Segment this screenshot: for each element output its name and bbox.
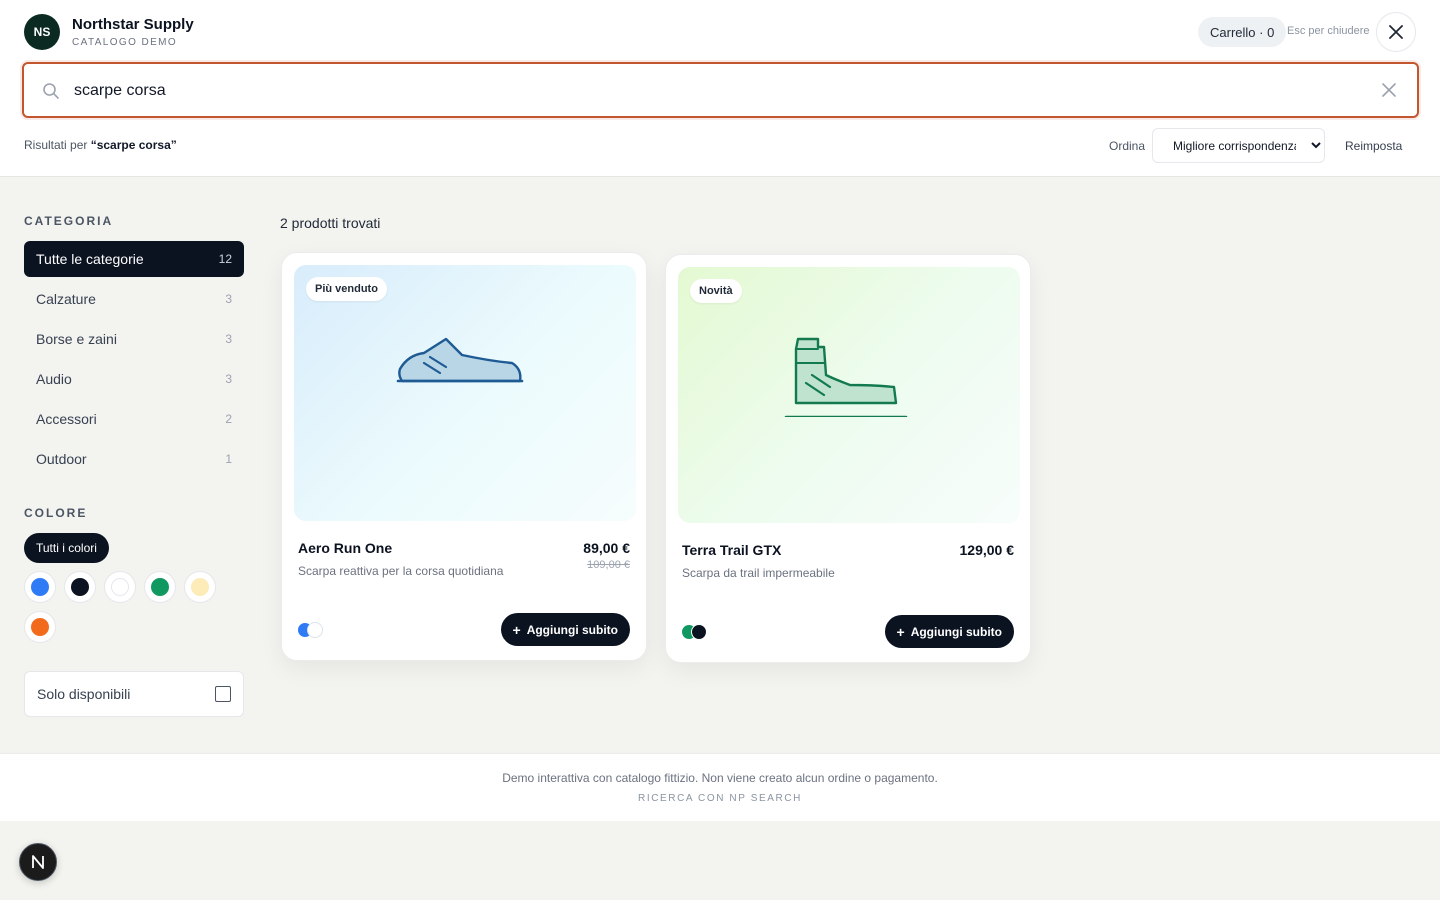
- product-description: Scarpa reattiva per la corsa quotidiana: [298, 564, 504, 578]
- add-to-cart-label: Aggiungi subito: [526, 622, 618, 637]
- close-icon: [1389, 25, 1403, 39]
- category-item-all[interactable]: Tutte le categorie 12: [24, 241, 244, 277]
- swatch-fill: [151, 578, 169, 596]
- product-image[interactable]: Novità: [678, 267, 1020, 523]
- product-badge: Novità: [690, 279, 742, 303]
- color-dot-white: [307, 622, 323, 638]
- results-for-query: “scarpe corsa”: [90, 138, 177, 152]
- running-shoe-icon: [396, 337, 524, 383]
- brand-logo: NS: [24, 14, 60, 50]
- sort-label: Ordina: [1109, 139, 1146, 153]
- category-item-borse[interactable]: Borse e zaini 3: [24, 321, 244, 357]
- category-label: Audio: [36, 371, 72, 387]
- reset-button[interactable]: Reimposta: [1345, 139, 1402, 153]
- category-item-accessori[interactable]: Accessori 2: [24, 401, 244, 437]
- footer: Demo interattiva con catalogo fittizio. …: [0, 753, 1440, 821]
- swatch-fill: [71, 578, 89, 596]
- footer-credit[interactable]: RICERCA CON NP SEARCH: [0, 793, 1440, 804]
- swatch-green[interactable]: [144, 571, 176, 603]
- swatch-cream[interactable]: [184, 571, 216, 603]
- category-count: 3: [225, 332, 232, 346]
- swatch-white[interactable]: [104, 571, 136, 603]
- product-old-price: 109,00 €: [587, 559, 630, 571]
- product-price: 89,00 €: [583, 540, 630, 556]
- all-colors-button[interactable]: Tutti i colori: [24, 533, 109, 563]
- category-item-outdoor[interactable]: Outdoor 1: [24, 441, 244, 477]
- search-input[interactable]: [74, 74, 1354, 108]
- category-item-calzature[interactable]: Calzature 3: [24, 281, 244, 317]
- product-name[interactable]: Terra Trail GTX: [682, 542, 781, 558]
- add-to-cart-button[interactable]: + Aggiungi subito: [500, 613, 630, 646]
- product-price: 129,00 €: [959, 542, 1015, 558]
- available-only-toggle[interactable]: Solo disponibili: [24, 671, 244, 717]
- results-for-prefix: Risultati per: [24, 138, 88, 152]
- category-label: Calzature: [36, 291, 96, 307]
- plus-icon: +: [896, 623, 905, 640]
- swatch-fill: [31, 618, 49, 636]
- category-count: 2: [225, 412, 232, 426]
- swatch-blue[interactable]: [24, 571, 56, 603]
- category-label: Borse e zaini: [36, 331, 117, 347]
- category-item-audio[interactable]: Audio 3: [24, 361, 244, 397]
- category-list: Tutte le categorie 12 Calzature 3 Borse …: [24, 241, 244, 481]
- product-badge: Più venduto: [306, 277, 387, 301]
- add-to-cart-label: Aggiungi subito: [910, 624, 1002, 639]
- trail-boot-icon: [784, 337, 908, 417]
- swatch-orange[interactable]: [24, 611, 56, 643]
- product-name[interactable]: Aero Run One: [298, 540, 392, 556]
- category-label: Accessori: [36, 411, 97, 427]
- brand[interactable]: NS Northstar Supply CATALOGO DEMO: [24, 14, 194, 50]
- product-image[interactable]: Più venduto: [294, 265, 636, 521]
- category-label: Tutte le categorie: [36, 251, 144, 267]
- product-card[interactable]: Novità Terra Trail GTX Scarpa da trail i…: [665, 254, 1031, 663]
- search-overlay-header: NS Northstar Supply CATALOGO DEMO Carrel…: [0, 0, 1440, 177]
- category-count: 3: [225, 372, 232, 386]
- swatch-fill: [31, 578, 49, 596]
- color-heading: COLORE: [24, 506, 88, 520]
- sort-select[interactable]: Migliore corrispondenza: [1152, 128, 1325, 163]
- category-count: 12: [218, 252, 232, 266]
- category-count: 1: [225, 452, 232, 466]
- available-only-label: Solo disponibili: [37, 686, 131, 702]
- category-label: Outdoor: [36, 451, 87, 467]
- results-count: 2 prodotti trovati: [280, 215, 381, 231]
- brand-subtitle: CATALOGO DEMO: [72, 36, 178, 48]
- available-only-checkbox[interactable]: [215, 686, 231, 702]
- swatch-black[interactable]: [64, 571, 96, 603]
- dev-tools-button[interactable]: [19, 843, 57, 881]
- product-description: Scarpa da trail impermeabile: [682, 566, 835, 580]
- brand-text: Northstar Supply CATALOGO DEMO: [72, 15, 194, 50]
- results-for: Risultati per “scarpe corsa”: [24, 138, 177, 152]
- all-colors-label: Tutti i colori: [36, 541, 97, 555]
- close-button[interactable]: [1376, 12, 1416, 52]
- add-to-cart-button[interactable]: + Aggiungi subito: [884, 615, 1014, 648]
- esc-hint: Esc per chiudere: [1287, 25, 1370, 37]
- swatch-fill: [191, 578, 209, 596]
- color-dot-black: [691, 624, 707, 640]
- cart-label: Carrello · 0: [1210, 24, 1275, 40]
- brand-name: Northstar Supply: [72, 15, 194, 33]
- plus-icon: +: [512, 621, 521, 638]
- footer-note: Demo interattiva con catalogo fittizio. …: [502, 771, 938, 785]
- product-card[interactable]: Più venduto Aero Run One Scarpa reattiva…: [281, 252, 647, 661]
- category-heading: CATEGORIA: [24, 214, 114, 228]
- clear-icon[interactable]: [1381, 82, 1397, 98]
- category-count: 3: [225, 292, 232, 306]
- n-logo-icon: [32, 855, 44, 869]
- swatch-fill: [111, 578, 129, 596]
- search-icon: [43, 83, 59, 99]
- search-box[interactable]: [22, 62, 1419, 118]
- cart-button[interactable]: Carrello · 0: [1198, 17, 1287, 47]
